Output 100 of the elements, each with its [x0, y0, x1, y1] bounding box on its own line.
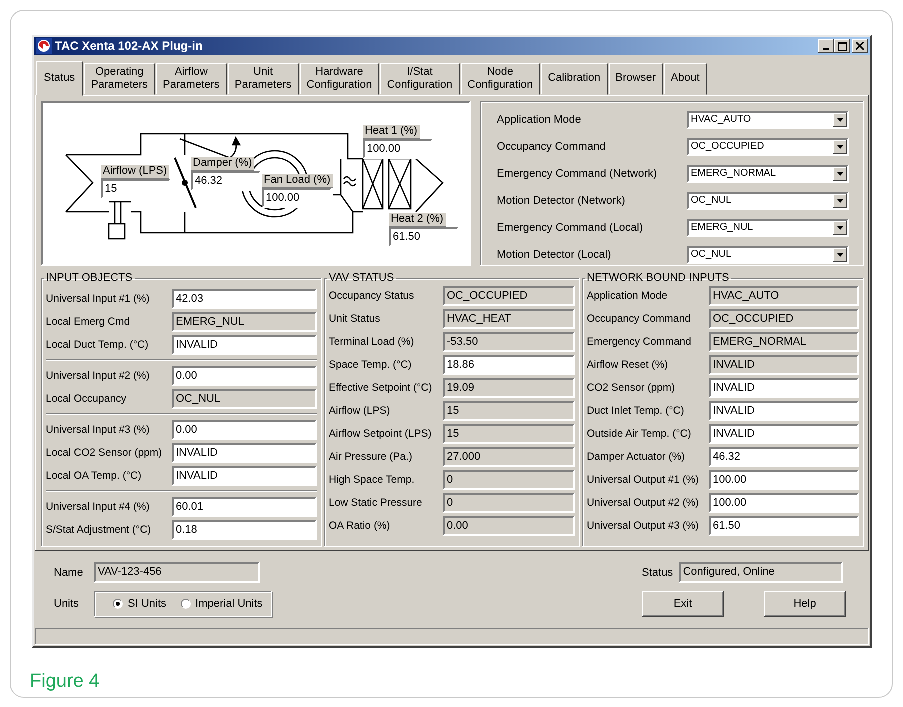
- tab[interactable]: I/Stat Configuration: [380, 63, 460, 95]
- command-dropdown[interactable]: EMERG_NUL: [687, 218, 849, 236]
- command-dropdown[interactable]: EMERG_NORMAL: [687, 164, 849, 182]
- command-label: Occupancy Command: [497, 140, 606, 152]
- value-field[interactable]: 100.00: [363, 139, 433, 159]
- command-label: Motion Detector (Network): [497, 194, 626, 206]
- field-label: Terminal Load (%): [329, 336, 416, 348]
- field-label: CO2 Sensor (ppm): [587, 382, 676, 394]
- field-label: Local CO2 Sensor (ppm): [46, 447, 164, 459]
- field-label: Airflow Reset (%): [587, 359, 670, 371]
- value-field[interactable]: 15: [101, 179, 171, 199]
- value-field[interactable]: INVALID: [709, 378, 859, 398]
- tab[interactable]: Operating Parameters: [84, 63, 156, 95]
- tab[interactable]: Browser: [608, 63, 664, 95]
- field-label: Universal Output #3 (%): [587, 520, 700, 532]
- tab[interactable]: Hardware Configuration: [300, 63, 380, 95]
- tab[interactable]: Airflow Parameters: [156, 63, 227, 95]
- dropdown-arrow-icon: [836, 172, 844, 176]
- close-icon: [856, 42, 864, 50]
- field-label: Space Temp. (°C): [329, 359, 413, 371]
- status-label: Status: [642, 566, 674, 578]
- value-field: 15: [443, 424, 575, 444]
- field-label: Universal Output #2 (%): [587, 497, 700, 509]
- value-field: EMERG_NUL: [172, 312, 317, 332]
- unit-radio[interactable]: SI Units: [113, 598, 167, 610]
- field-label: S/Stat Adjustment (°C): [46, 524, 152, 536]
- tab[interactable]: Unit Parameters: [228, 63, 299, 95]
- value-field[interactable]: 42.03: [172, 289, 317, 309]
- field-label: Heat 1 (%): [363, 125, 420, 139]
- field-label: Damper (%): [191, 157, 254, 171]
- value-field[interactable]: 60.01: [172, 497, 317, 517]
- tab[interactable]: Calibration: [541, 63, 608, 95]
- status-field: Configured, Online: [679, 562, 844, 583]
- field-label: Airflow Setpoint (LPS): [329, 428, 433, 440]
- minimize-button[interactable]: [818, 39, 834, 53]
- value-field: OC_OCCUPIED: [709, 309, 859, 329]
- value-field: EMERG_NORMAL: [709, 332, 859, 352]
- value-field[interactable]: 100.00: [262, 188, 332, 208]
- value-field: OC_NUL: [172, 389, 317, 409]
- close-button[interactable]: [852, 39, 868, 53]
- value-field[interactable]: INVALID: [172, 335, 317, 355]
- group-title: VAV STATUS: [328, 272, 396, 284]
- command-dropdown[interactable]: OC_NUL: [687, 246, 849, 264]
- value-field: HVAC_HEAT: [443, 309, 575, 329]
- field-label: Application Mode: [587, 290, 669, 302]
- value-field[interactable]: 100.00: [709, 470, 859, 490]
- field-label: Emergency Command: [587, 336, 692, 348]
- value-field[interactable]: INVALID: [172, 443, 317, 463]
- command-dropdown[interactable]: OC_NUL: [687, 192, 849, 210]
- value-field[interactable]: 61.50: [709, 516, 859, 536]
- field-label: Effective Setpoint (°C): [329, 382, 434, 394]
- name-field: VAV-123-456: [94, 562, 260, 583]
- tab[interactable]: About: [664, 63, 707, 95]
- help-button[interactable]: Help: [764, 591, 846, 617]
- value-field[interactable]: 46.32: [709, 447, 859, 467]
- value-field[interactable]: INVALID: [172, 466, 317, 486]
- value-field[interactable]: 18.86: [443, 355, 575, 375]
- value-field[interactable]: 46.32: [191, 171, 261, 191]
- field-label: Universal Input #2 (%): [46, 370, 151, 382]
- name-label: Name: [54, 566, 84, 578]
- value-field: INVALID: [709, 355, 859, 375]
- value-field: HVAC_AUTO: [709, 286, 859, 306]
- field-label: Universal Input #1 (%): [46, 293, 151, 305]
- value-field: 0: [443, 493, 575, 513]
- field-label: Local Emerg Cmd: [46, 316, 132, 328]
- dropdown-arrow-icon: [836, 252, 844, 256]
- exit-button[interactable]: Exit: [642, 591, 724, 617]
- app-logo-icon: [36, 38, 52, 54]
- maximize-icon: [838, 42, 846, 50]
- tab[interactable]: Status: [36, 61, 84, 96]
- field-label: Duct Inlet Temp. (°C): [587, 405, 686, 417]
- field-label: Damper Actuator (%): [587, 451, 686, 463]
- command-label: Emergency Command (Network): [497, 168, 658, 180]
- group-title: INPUT OBJECTS: [45, 272, 134, 284]
- value-field[interactable]: INVALID: [709, 401, 859, 421]
- value-field[interactable]: 61.50: [389, 227, 459, 247]
- dropdown-arrow-icon: [836, 226, 844, 230]
- value-field[interactable]: 100.00: [709, 493, 859, 513]
- value-field[interactable]: 0.18: [172, 520, 317, 540]
- value-field[interactable]: INVALID: [709, 424, 859, 444]
- command-dropdown[interactable]: OC_OCCUPIED: [687, 138, 849, 156]
- field-label: Universal Output #1 (%): [587, 474, 700, 486]
- dropdown-arrow-icon: [836, 118, 844, 122]
- units-label: Units: [54, 598, 80, 610]
- value-field[interactable]: 0.00: [172, 420, 317, 440]
- field-label: Universal Input #3 (%): [46, 424, 151, 436]
- tab[interactable]: Node Configuration: [460, 63, 540, 95]
- value-field[interactable]: 0.00: [172, 366, 317, 386]
- command-label: Application Mode: [497, 114, 582, 126]
- maximize-button[interactable]: [834, 39, 850, 53]
- field-label: Occupancy Status: [329, 290, 416, 302]
- field-label: Fan Load (%): [262, 174, 333, 188]
- value-field: 15: [443, 401, 575, 421]
- window-title: TAC Xenta 102-AX Plug-in: [55, 39, 204, 53]
- group-title: NETWORK BOUND INPUTS: [586, 272, 730, 284]
- command-dropdown[interactable]: HVAC_AUTO: [687, 110, 849, 128]
- field-label: Airflow (LPS): [329, 405, 392, 417]
- unit-radio[interactable]: Imperial Units: [180, 598, 263, 610]
- field-label: Universal Input #4 (%): [46, 501, 151, 513]
- value-field: 19.09: [443, 378, 575, 398]
